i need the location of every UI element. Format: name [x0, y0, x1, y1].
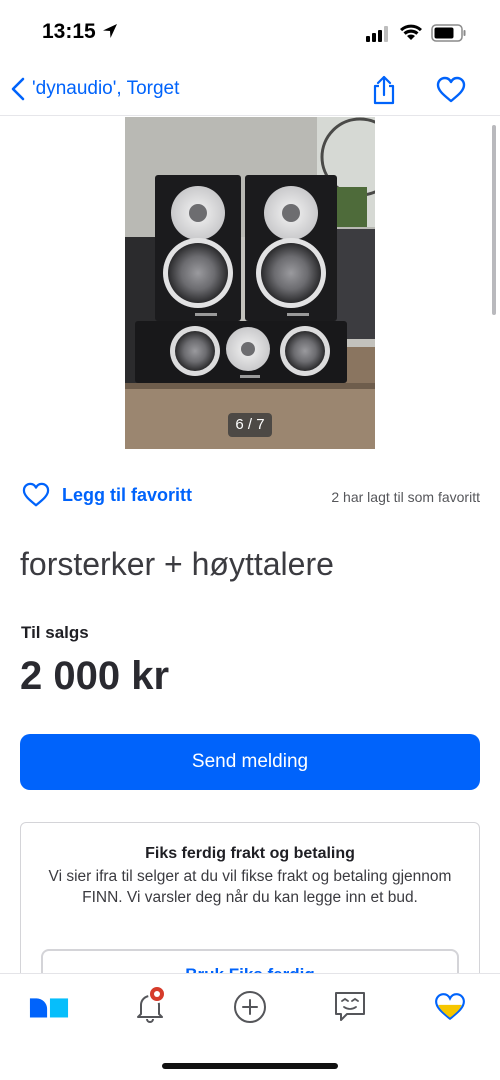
heart-icon	[435, 993, 465, 1021]
favorite-button[interactable]	[436, 76, 466, 109]
tab-messages[interactable]	[330, 988, 370, 1026]
tab-favorites[interactable]	[430, 988, 470, 1026]
back-button[interactable]: 'dynaudio', Torget	[10, 76, 179, 102]
price: 2 000 kr	[20, 654, 170, 698]
listing-photo	[125, 117, 375, 449]
status-time: 13:15	[42, 20, 96, 43]
heart-icon	[436, 76, 466, 103]
image-counter: 6 / 7	[228, 413, 272, 437]
send-message-button[interactable]: Send melding	[20, 734, 480, 790]
notification-badge	[148, 985, 166, 1003]
heart-outline-icon	[22, 482, 50, 507]
tab-new-ad[interactable]	[230, 988, 270, 1026]
location-arrow-icon	[103, 24, 117, 38]
nav-bar: 'dynaudio', Torget	[0, 64, 500, 116]
fiks-ferdig-box: Fiks ferdig frakt og betaling Vi sier if…	[20, 822, 480, 992]
scroll-indicator	[492, 125, 496, 315]
cellular-signal-icon	[366, 26, 388, 42]
share-button[interactable]	[370, 74, 398, 111]
favorite-row: Legg til favoritt 2 har lagt til som fav…	[20, 480, 480, 514]
back-label: 'dynaudio', Torget	[32, 78, 180, 99]
share-icon	[373, 75, 395, 105]
wifi-icon	[400, 24, 422, 40]
image-gallery[interactable]: 6 / 7	[125, 117, 375, 449]
home-icon	[29, 998, 69, 1018]
fiks-ferdig-text: Vi sier ifra til selger at du vil fikse …	[48, 868, 452, 906]
battery-icon	[431, 24, 466, 42]
favorite-count: 2 har lagt til som favoritt	[331, 489, 480, 505]
home-indicator	[162, 1063, 338, 1069]
chat-icon	[335, 992, 365, 1021]
chevron-left-icon	[11, 77, 25, 101]
plus-circle-icon	[234, 991, 266, 1023]
ad-title: forsterker + høyttalere	[20, 546, 334, 582]
add-favorite-link[interactable]: Legg til favoritt	[22, 482, 192, 508]
status-bar: 13:15	[0, 0, 500, 64]
tab-notifications[interactable]	[130, 985, 170, 1026]
tab-home[interactable]	[29, 988, 69, 1026]
sale-type: Til salgs	[21, 623, 89, 642]
add-favorite-label: Legg til favoritt	[62, 484, 192, 505]
fiks-ferdig-title: Fiks ferdig frakt og betaling	[145, 845, 355, 862]
